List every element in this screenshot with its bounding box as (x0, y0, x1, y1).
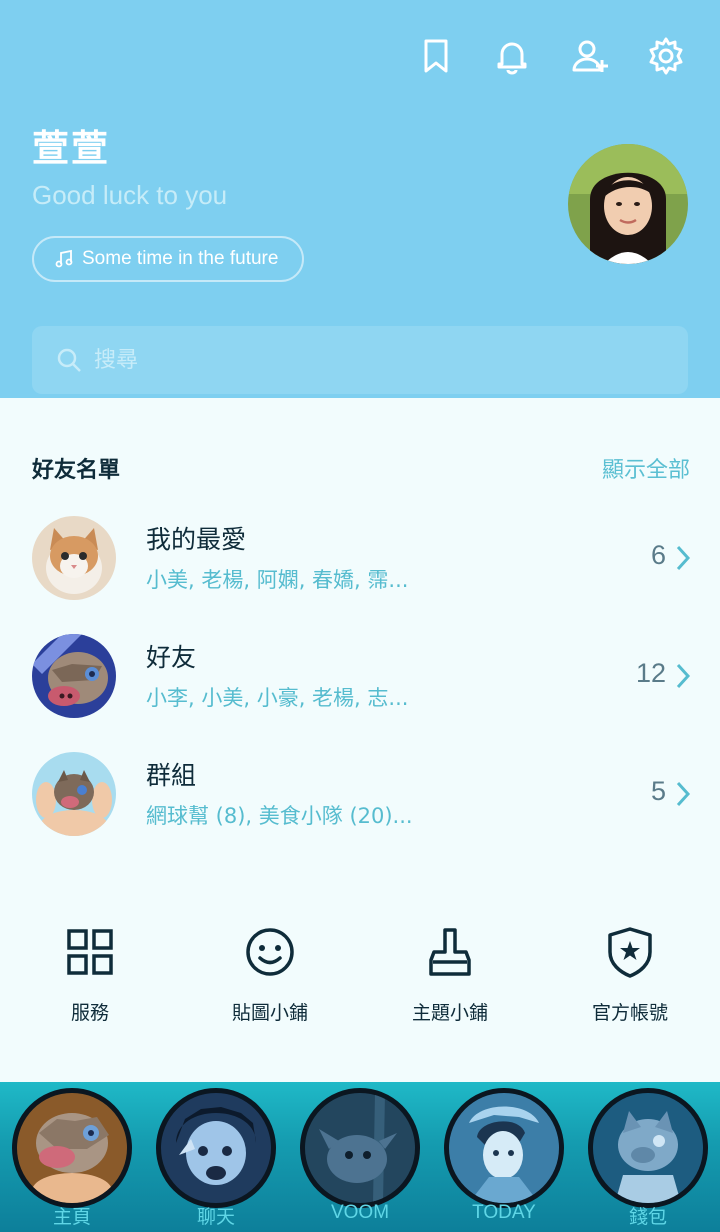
friend-group-count: 12 (635, 658, 666, 688)
tab-label: 錢包 (628, 1207, 667, 1228)
friend-group-row-groups[interactable]: 群組 網球幫 (8), 美食小隊 (20)... 5 (0, 752, 720, 852)
bell-icon[interactable] (488, 32, 536, 80)
show-all-link[interactable]: 顯示全部 (602, 452, 690, 484)
tab-label: 聊天 (196, 1207, 235, 1228)
profile-music-button[interactable]: Some time in the future (32, 236, 305, 282)
favorites-avatar (32, 516, 116, 600)
tab-label: 主頁 (52, 1207, 91, 1228)
friend-group-members: 網球幫 (8), 美食小隊 (20)... (146, 804, 413, 828)
profile-avatar[interactable] (568, 144, 688, 264)
tab-today[interactable]: TODAY (432, 1082, 576, 1232)
friend-group-members: 小李, 小美, 小豪, 老楊, 志... (146, 686, 409, 710)
friend-group-title: 好友 (146, 643, 197, 672)
friend-list-title: 好友名單 (32, 458, 121, 483)
tab-wallet[interactable]: 錢包 (576, 1082, 720, 1232)
tab-label: VOOM (330, 1202, 390, 1223)
search-icon (57, 348, 81, 372)
tab-home[interactable]: 主頁 (0, 1082, 144, 1232)
friend-group-title: 我的最愛 (146, 525, 247, 554)
brush-icon (429, 928, 471, 976)
chevron-right-icon (676, 781, 691, 807)
search-bar[interactable] (32, 326, 688, 394)
shortcut-label: 官方帳號 (591, 1002, 668, 1024)
friend-group-title: 群組 (146, 761, 197, 790)
friend-group-row-favorites[interactable]: 我的最愛 小美, 老楊, 阿嫻, 春嬌, 霈... 6 (0, 516, 720, 616)
music-note-icon (55, 249, 73, 268)
search-input[interactable] (92, 346, 596, 374)
friends-avatar (32, 634, 116, 718)
bookmark-icon[interactable] (412, 32, 460, 80)
friend-group-members: 小美, 老楊, 阿嫻, 春嬌, 霈... (146, 568, 409, 592)
tab-home-image (12, 1088, 132, 1208)
friend-group-count: 5 (650, 776, 666, 806)
friend-group-row-friends[interactable]: 好友 小李, 小美, 小豪, 老楊, 志... 12 (0, 634, 720, 734)
tab-today-image (444, 1088, 564, 1208)
shortcut-services[interactable]: 服務 (0, 924, 180, 1034)
smiley-icon (246, 928, 294, 976)
add-friend-icon[interactable] (566, 32, 614, 80)
shortcut-label: 服務 (70, 1002, 109, 1024)
profile-name[interactable]: 萱萱 (32, 118, 110, 172)
chevron-right-icon (676, 545, 691, 571)
tab-voom[interactable]: VOOM (288, 1082, 432, 1232)
chevron-right-icon (676, 663, 691, 689)
tab-chat[interactable]: 聊天 (144, 1082, 288, 1232)
profile-header: 萱萱 Good luck to you Some time in the fut… (0, 0, 720, 398)
tab-voom-image (300, 1088, 420, 1208)
groups-avatar (32, 752, 116, 836)
gear-icon[interactable] (642, 32, 690, 80)
shortcut-label: 貼圖小鋪 (231, 1002, 308, 1024)
shortcut-official-accounts[interactable]: 官方帳號 (540, 924, 720, 1034)
shortcut-label: 主題小鋪 (411, 1002, 488, 1024)
grid-icon (67, 929, 113, 975)
shortcut-sticker-shop[interactable]: 貼圖小鋪 (180, 924, 360, 1034)
friend-group-count: 6 (650, 540, 666, 570)
status-message[interactable]: Good luck to you (32, 180, 227, 211)
profile-music-label: Some time in the future (82, 248, 279, 269)
shield-star-icon (608, 927, 652, 978)
tab-chat-image (156, 1088, 276, 1208)
tab-label: TODAY (472, 1202, 536, 1223)
bottom-tab-bar: 主頁 聊天 VOOM TODAY 錢包 (0, 1082, 720, 1232)
tab-wallet-image (588, 1088, 708, 1208)
shortcut-theme-shop[interactable]: 主題小鋪 (360, 924, 540, 1034)
